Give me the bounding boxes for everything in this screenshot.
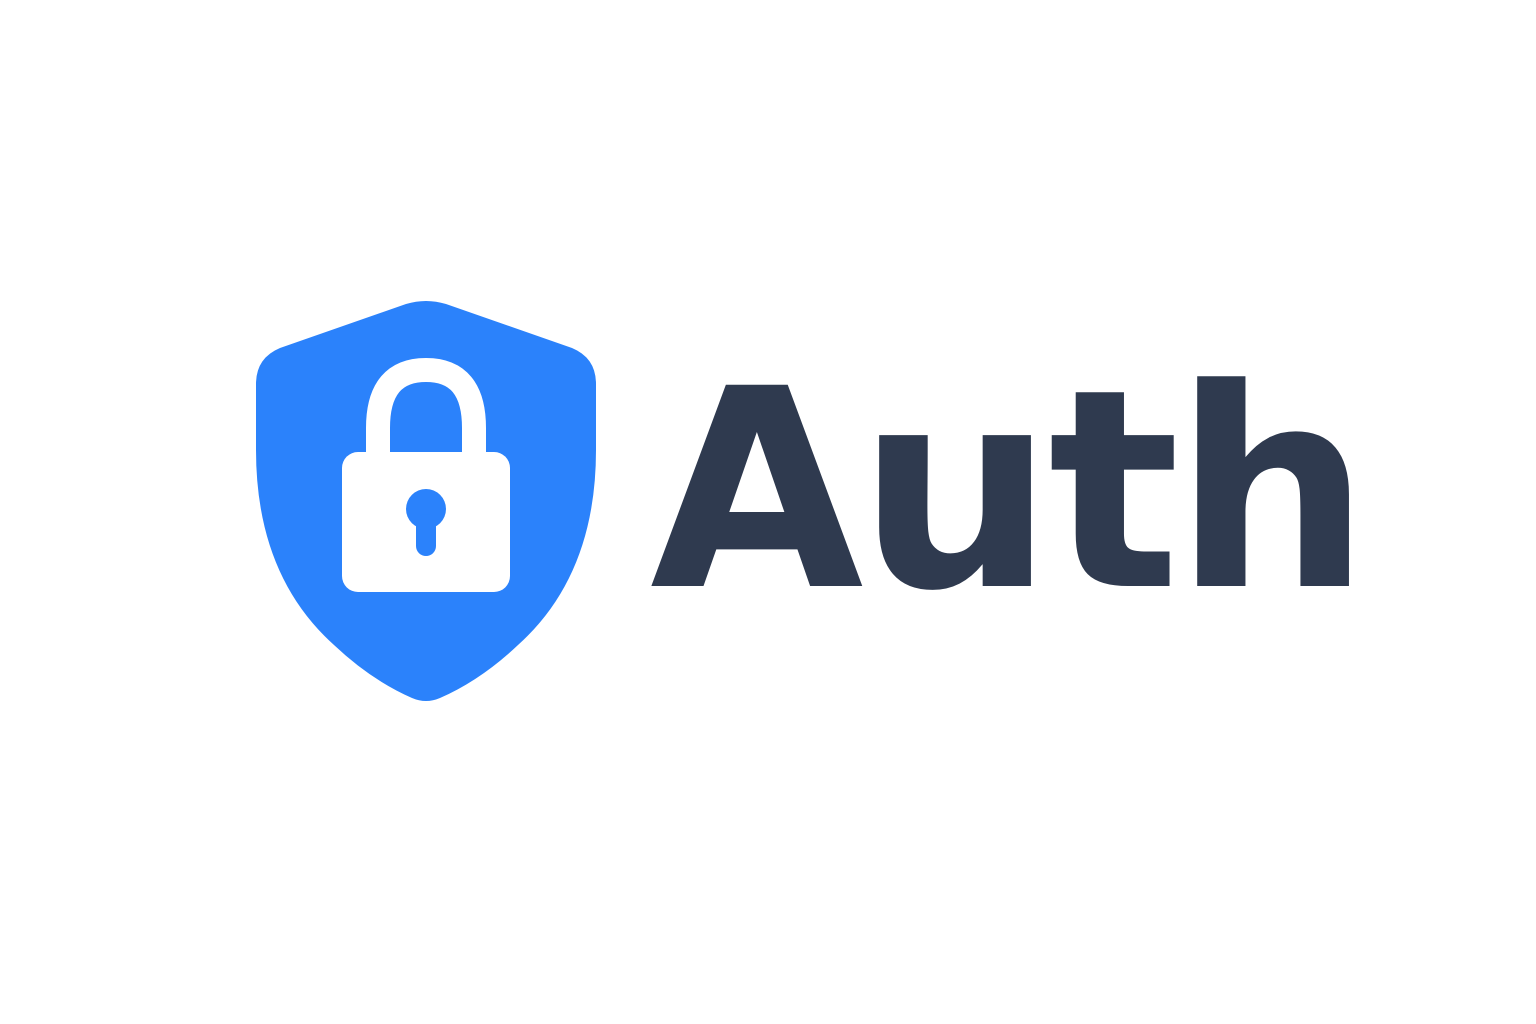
logo-lockup: Auth [0, 0, 1536, 1024]
brand-wordmark: Auth [650, 331, 1371, 652]
shield-icon [256, 300, 596, 702]
